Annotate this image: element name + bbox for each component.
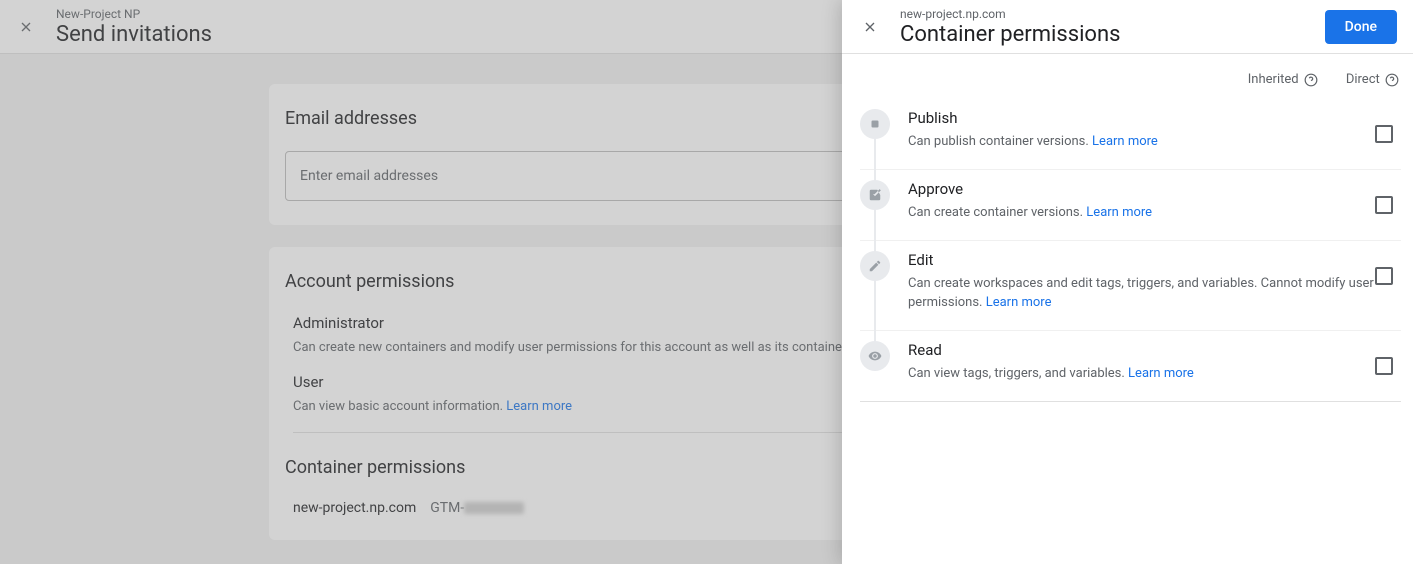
help-icon[interactable] xyxy=(1385,73,1399,87)
gtm-id: GTM- xyxy=(430,500,524,516)
bg-subtitle: New-Project NP xyxy=(56,6,212,23)
learn-more-link[interactable]: Learn more xyxy=(986,295,1052,310)
learn-more-link[interactable]: Learn more xyxy=(1092,134,1158,149)
container-permissions-panel: new-project.np.com Container permissions… xyxy=(842,0,1413,564)
bg-title: Send invitations xyxy=(56,22,212,47)
done-button[interactable]: Done xyxy=(1325,10,1397,44)
close-icon[interactable] xyxy=(14,15,38,39)
inherited-header: Inherited xyxy=(1248,72,1318,87)
perm-approve-row: Approve Can create container versions. L… xyxy=(860,170,1401,241)
panel-header: new-project.np.com Container permissions… xyxy=(842,0,1413,54)
panel-subtitle: new-project.np.com xyxy=(900,6,1325,23)
perm-desc: Can view tags, triggers, and variables. … xyxy=(908,365,1375,383)
direct-header: Direct xyxy=(1346,72,1399,87)
column-headers: Inherited Direct xyxy=(860,72,1401,87)
publish-checkbox[interactable] xyxy=(1375,125,1393,143)
learn-more-link[interactable]: Learn more xyxy=(506,399,572,414)
read-icon xyxy=(860,341,890,371)
perm-desc: Can create workspaces and edit tags, tri… xyxy=(908,275,1375,311)
help-icon[interactable] xyxy=(1304,73,1318,87)
panel-title: Container permissions xyxy=(900,22,1325,47)
perm-title: Edit xyxy=(908,251,1375,269)
learn-more-link[interactable]: Learn more xyxy=(1128,366,1194,381)
perm-title: Approve xyxy=(908,180,1375,198)
close-icon[interactable] xyxy=(858,15,882,39)
perm-desc: Can create container versions. Learn mor… xyxy=(908,204,1375,222)
perm-title: Read xyxy=(908,341,1375,359)
perm-title: Publish xyxy=(908,109,1375,127)
perm-publish-row: Publish Can publish container versions. … xyxy=(860,99,1401,170)
edit-checkbox[interactable] xyxy=(1375,267,1393,285)
approve-checkbox[interactable] xyxy=(1375,196,1393,214)
container-domain: new-project.np.com xyxy=(293,500,416,516)
publish-icon xyxy=(860,109,890,139)
perm-edit-row: Edit Can create workspaces and edit tags… xyxy=(860,241,1401,330)
perm-read-row: Read Can view tags, triggers, and variab… xyxy=(860,331,1401,402)
read-checkbox[interactable] xyxy=(1375,357,1393,375)
learn-more-link[interactable]: Learn more xyxy=(1086,205,1152,220)
edit-icon xyxy=(860,251,890,281)
perm-desc: Can publish container versions. Learn mo… xyxy=(908,133,1375,151)
approve-icon xyxy=(860,180,890,210)
